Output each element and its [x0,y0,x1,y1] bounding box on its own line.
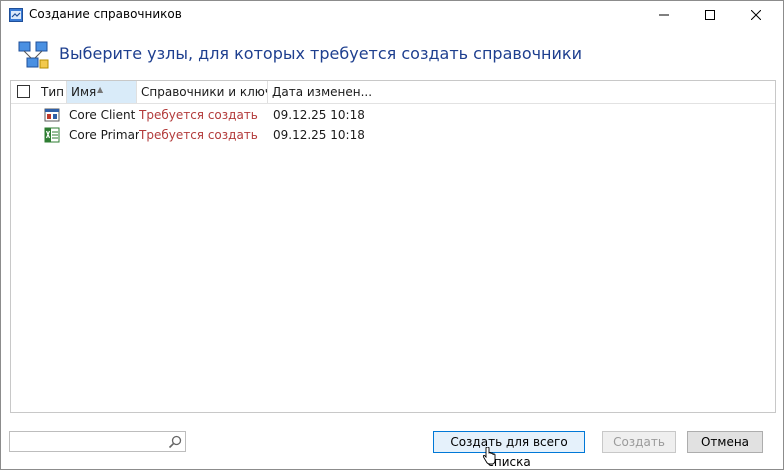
search-icon[interactable] [168,435,182,449]
close-icon [751,10,761,20]
maximize-icon [705,10,715,20]
close-button[interactable] [733,1,779,29]
app-window-icon [9,8,23,22]
title-bar[interactable]: Создание справочников [1,1,783,29]
minimize-button[interactable] [641,1,687,29]
row-name: Core Client [69,108,136,122]
dialog-header: Выберите узлы, для которых требуется соз… [1,30,783,78]
client-node-icon [44,108,60,122]
window-title: Создание справочников [29,7,182,21]
column-name-label: Имя [71,85,97,99]
column-type[interactable]: Тип [37,81,67,103]
search-box[interactable] [9,431,186,452]
select-all-checkbox[interactable] [11,81,37,103]
minimize-icon [659,14,669,16]
checkbox-box [17,85,30,98]
row-status: Требуется создать [139,128,258,142]
dialog-window: Создание справочников Выберите узлы, для… [0,0,784,470]
row-type-cell [37,125,67,145]
cancel-button[interactable]: Отмена [687,431,763,453]
search-input[interactable] [12,433,166,452]
list-header: Тип Имя ▲ Справочники и ключи Дата измен… [11,81,775,104]
row-status: Требуется создать [139,108,258,122]
primary-node-icon [44,127,60,143]
row-date: 09.12.25 10:18 [273,108,365,122]
column-date[interactable]: Дата изменен... [268,81,378,103]
column-name[interactable]: Имя ▲ [67,81,137,103]
create-all-button[interactable]: Создать для всего списка [433,431,585,469]
create-button[interactable]: Создать [602,431,676,453]
nodes-list[interactable]: Тип Имя ▲ Справочники и ключи Дата измен… [10,80,776,413]
table-row[interactable]: Core Primary Требуется создать 09.12.25 … [11,125,775,145]
table-row[interactable]: Core Client Требуется создать 09.12.25 1… [11,105,775,125]
column-references[interactable]: Справочники и ключи [137,81,268,103]
sort-ascending-icon: ▲ [97,85,104,94]
hand-cursor-icon [482,447,496,465]
row-date: 09.12.25 10:18 [273,128,365,142]
header-instruction: Выберите узлы, для которых требуется соз… [59,44,582,63]
maximize-button[interactable] [687,1,733,29]
row-name: Core Primary [69,128,139,142]
network-nodes-icon [18,41,49,69]
row-type-cell [37,105,67,125]
